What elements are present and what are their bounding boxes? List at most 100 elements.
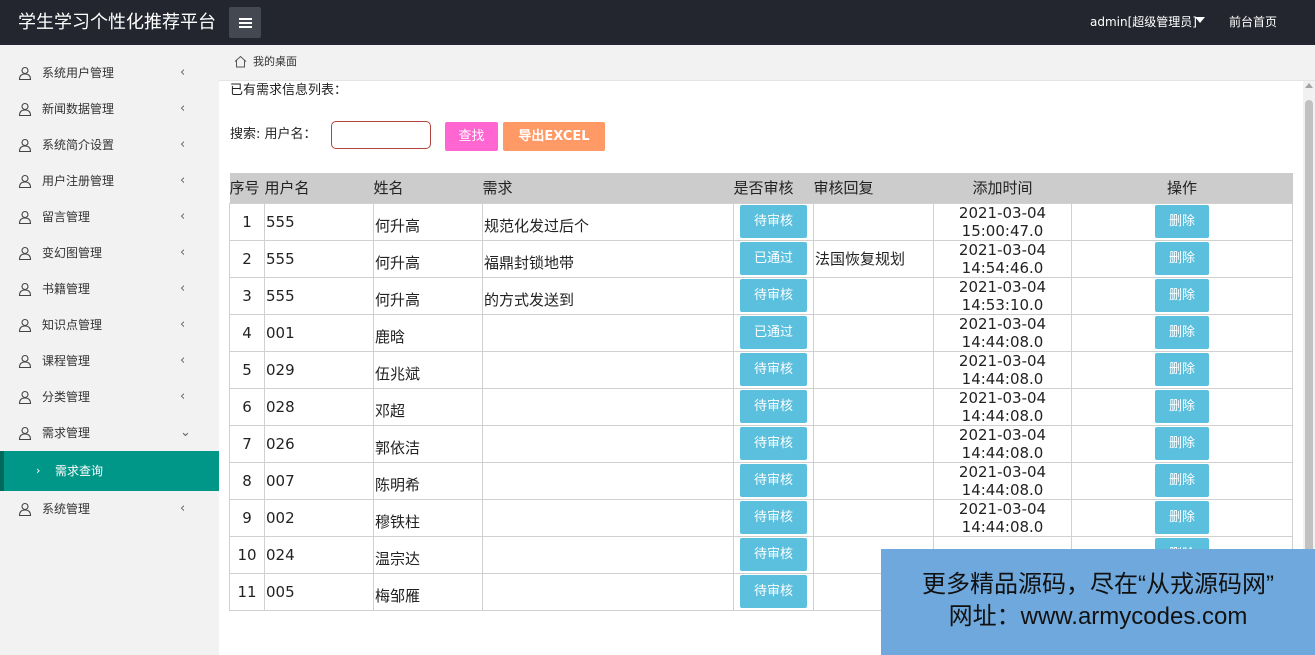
audit-status-button[interactable]: 待审核 [740, 353, 807, 386]
cell-username: 555 [264, 202, 374, 241]
cell-actions: 删除 [1071, 276, 1293, 315]
cell-no: 3 [229, 276, 265, 315]
cell-reply [813, 276, 934, 315]
cell-no: 11 [229, 572, 265, 611]
delete-button[interactable]: 删除 [1155, 242, 1209, 275]
sidebar-item-label: 系统管理 [42, 502, 91, 516]
audit-status-button[interactable]: 待审核 [740, 427, 807, 460]
sidebar-item[interactable]: 分类管理 ‹ [0, 379, 219, 415]
list-title: 已有需求信息列表： [230, 83, 348, 98]
audit-status-button[interactable]: 待审核 [740, 205, 807, 238]
cell-no: 5 [229, 350, 265, 389]
date-text: 2021-03-04 [958, 499, 1047, 518]
cell-added-time: 2021-03-04 14:44:08.0 [933, 424, 1072, 463]
chevron-icon: ‹ [180, 209, 186, 224]
cell-actions: 删除 [1071, 424, 1293, 463]
header-reply: 审核回复 [813, 173, 934, 203]
delete-button[interactable]: 删除 [1155, 353, 1209, 386]
caret-down-icon[interactable] [1195, 17, 1205, 23]
audit-status-button[interactable]: 已通过 [740, 242, 807, 275]
sidebar-subitem-label: 需求查询 [55, 464, 104, 478]
user-menu[interactable]: admin[超级管理员] [1090, 0, 1197, 45]
cell-username: 001 [264, 313, 374, 352]
cell-status: 待审核 [733, 350, 814, 389]
delete-button[interactable]: 删除 [1155, 390, 1209, 423]
sidebar-item[interactable]: 变幻图管理 ‹ [0, 235, 219, 271]
audit-status-button[interactable]: 待审核 [740, 390, 807, 423]
cell-demand [482, 572, 734, 611]
cell-no: 1 [229, 202, 265, 241]
date-text: 2021-03-04 [958, 203, 1047, 222]
delete-button[interactable]: 删除 [1155, 501, 1209, 534]
cell-status: 待审核 [733, 276, 814, 315]
cell-actions: 删除 [1071, 387, 1293, 426]
sidebar-item[interactable]: 系统简介设置 ‹ [0, 127, 219, 163]
header-added-time: 添加时间 [933, 173, 1072, 203]
home-icon[interactable] [234, 55, 247, 68]
table-row: 8 007 陈明希 待审核 2021-03-04 14:44:08.0 删除 [229, 461, 1293, 500]
delete-button[interactable]: 删除 [1155, 427, 1209, 460]
audit-status-button[interactable]: 待审核 [740, 464, 807, 497]
audit-status-button[interactable]: 待审核 [740, 501, 807, 534]
chevron-icon: ‹ [180, 389, 186, 404]
menu-toggle-button[interactable] [229, 7, 261, 38]
cell-added-time: 2021-03-04 14:44:08.0 [933, 498, 1072, 537]
cell-name: 郭依洁 [373, 424, 483, 463]
chevron-icon: ‹ [180, 137, 186, 152]
breadcrumb: 我的桌面 [219, 45, 1315, 81]
sidebar-item[interactable]: 新闻数据管理 ‹ [0, 91, 219, 127]
chevron-icon: ‹ [180, 353, 186, 368]
delete-button[interactable]: 删除 [1155, 205, 1209, 238]
audit-status-button[interactable]: 待审核 [740, 538, 807, 571]
table-row: 3 555 何升高 的方式发送到 待审核 2021-03-04 14:53:10.0 删除 [229, 276, 1293, 315]
cell-added-time: 2021-03-04 14:53:10.0 [933, 276, 1072, 315]
sidebar-item[interactable]: 用户注册管理 ‹ [0, 163, 219, 199]
cell-name: 陈明希 [373, 461, 483, 500]
delete-button[interactable]: 删除 [1155, 279, 1209, 312]
cell-status: 待审核 [733, 424, 814, 463]
chevron-right-icon: › [36, 464, 41, 477]
cell-status: 待审核 [733, 461, 814, 500]
scroll-up-arrow-icon[interactable] [1305, 83, 1313, 88]
time-text: 14:44:08.0 [961, 369, 1044, 388]
cell-username: 029 [264, 350, 374, 389]
active-indicator [0, 451, 4, 491]
cell-no: 4 [229, 313, 265, 352]
find-button[interactable]: 查找 [445, 122, 498, 151]
sidebar-item[interactable]: 系统管理 ‹ [0, 491, 219, 527]
sidebar-item[interactable]: 知识点管理 ‹ [0, 307, 219, 343]
cell-no: 9 [229, 498, 265, 537]
demand-table: 序号 用户名 姓名 需求 是否审核 审核回复 添加时间 操作 1 555 何升高 规范… [229, 173, 1293, 611]
menu-icon [238, 18, 252, 28]
delete-button[interactable]: 删除 [1155, 464, 1209, 497]
sidebar-item-label: 变幻图管理 [42, 246, 103, 260]
sidebar-item[interactable]: 留言管理 ‹ [0, 199, 219, 235]
cell-actions: 删除 [1071, 313, 1293, 352]
sidebar-item[interactable]: 需求管理 ⌄ [0, 415, 219, 451]
sidebar-subitem-demand-query[interactable]: › 需求查询 [0, 451, 219, 491]
sidebar-item[interactable]: 课程管理 ‹ [0, 343, 219, 379]
time-text: 14:44:08.0 [961, 443, 1044, 462]
app-title: 学生学习个性化推荐平台 [18, 12, 216, 33]
sidebar-item-label: 新闻数据管理 [42, 102, 115, 116]
sidebar-item-label: 分类管理 [42, 390, 91, 404]
cell-reply [813, 424, 934, 463]
delete-button[interactable]: 删除 [1155, 316, 1209, 349]
cell-name: 何升高 [373, 239, 483, 278]
cell-demand [482, 313, 734, 352]
export-excel-button[interactable]: 导出EXCEL [503, 122, 605, 151]
audit-status-button[interactable]: 待审核 [740, 575, 807, 608]
cell-demand [482, 498, 734, 537]
username-search-input[interactable] [331, 121, 431, 149]
cell-name-text: 邓超 [375, 402, 406, 420]
audit-status-button[interactable]: 已通过 [740, 316, 807, 349]
cell-demand [482, 535, 734, 574]
sidebar-item-label: 系统用户管理 [42, 66, 115, 80]
front-home-link[interactable]: 前台首页 [1229, 0, 1277, 45]
sidebar-item[interactable]: 系统用户管理 ‹ [0, 55, 219, 91]
cell-demand-text [484, 551, 733, 559]
audit-status-button[interactable]: 待审核 [740, 279, 807, 312]
sidebar-item[interactable]: 书籍管理 ‹ [0, 271, 219, 307]
breadcrumb-label[interactable]: 我的桌面 [253, 55, 297, 69]
table-row: 5 029 伍兆斌 待审核 2021-03-04 14:44:08.0 删除 [229, 350, 1293, 389]
